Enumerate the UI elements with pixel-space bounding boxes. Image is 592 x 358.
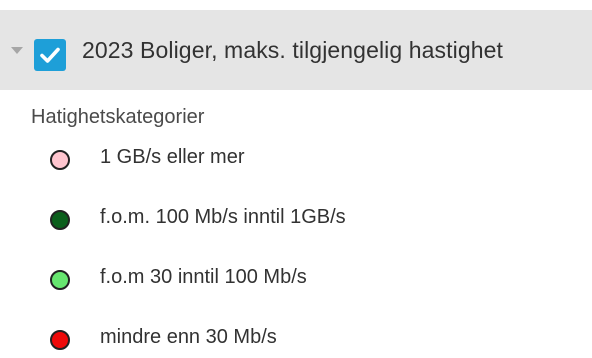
legend-item-label: mindre enn 30 Mb/s (100, 326, 277, 348)
circle-swatch-icon (50, 330, 70, 350)
legend-item: f.o.m. 100 Mb/s inntil 1GB/s (0, 198, 592, 238)
legend-heading: Hatighetskategorier (31, 106, 205, 128)
legend-item-label: f.o.m. 100 Mb/s inntil 1GB/s (100, 206, 346, 228)
caret-down-icon[interactable] (9, 43, 25, 57)
layer-visibility-checkbox[interactable] (34, 39, 66, 71)
circle-swatch-icon (50, 210, 70, 230)
legend-item: f.o.m 30 inntil 100 Mb/s (0, 258, 592, 298)
legend-item: mindre enn 30 Mb/s (0, 318, 592, 358)
legend-item-label: f.o.m 30 inntil 100 Mb/s (100, 266, 307, 288)
checkmark-icon (40, 47, 60, 63)
layer-legend-panel: 2023 Boliger, maks. tilgjengelig hastigh… (0, 0, 592, 358)
circle-swatch-icon (50, 270, 70, 290)
legend-item-label: 1 GB/s eller mer (100, 146, 245, 168)
layer-header[interactable]: 2023 Boliger, maks. tilgjengelig hastigh… (0, 10, 592, 90)
circle-swatch-icon (50, 150, 70, 170)
legend-item: 1 GB/s eller mer (0, 138, 592, 178)
layer-title: 2023 Boliger, maks. tilgjengelig hastigh… (82, 37, 504, 63)
